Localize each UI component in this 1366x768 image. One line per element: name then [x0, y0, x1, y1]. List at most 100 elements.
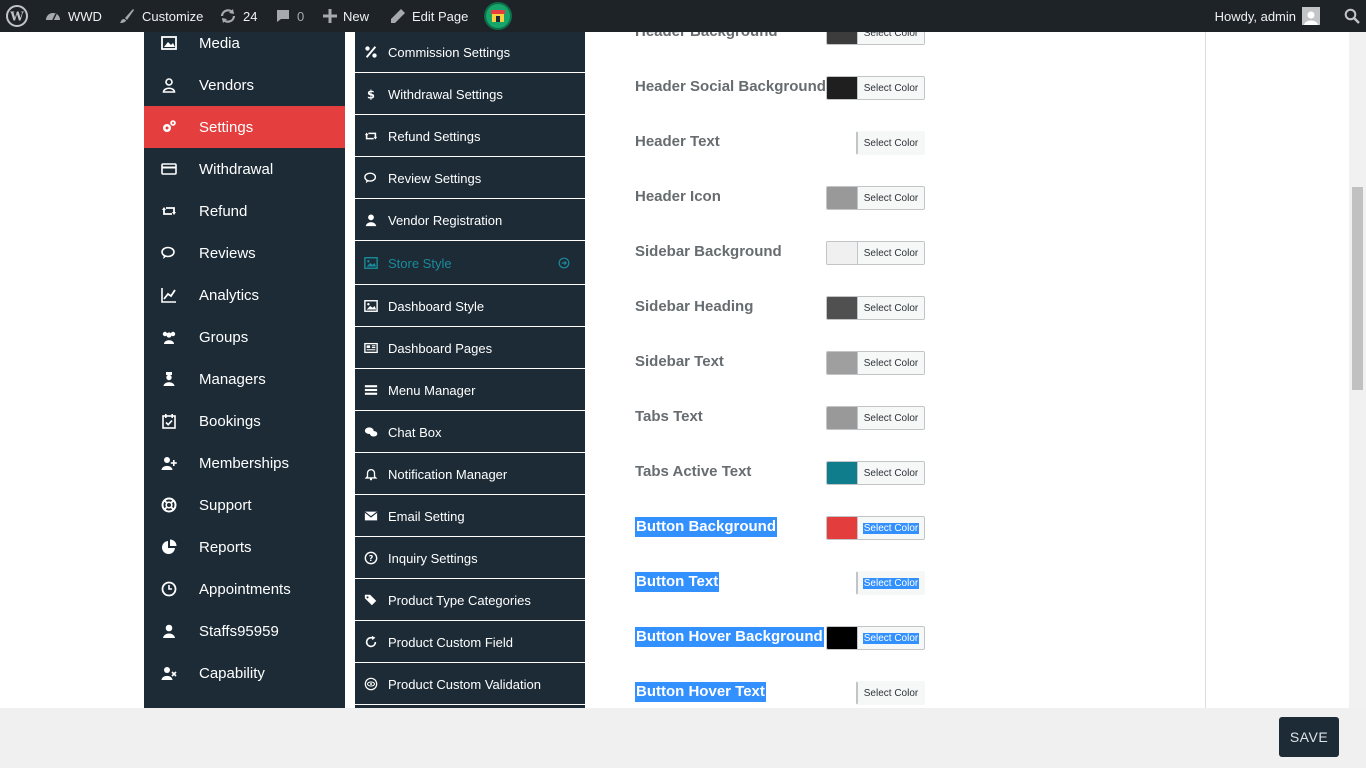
submenu-item-dashboard-style[interactable]: Dashboard Style [355, 286, 585, 327]
pie-chart-icon [160, 538, 178, 556]
list-icon [364, 383, 378, 397]
submenu-item-label: Product Type Categories [388, 592, 531, 608]
select-color-button[interactable]: Select Color [857, 187, 924, 209]
select-color-button[interactable]: Select Color [857, 242, 924, 264]
color-picker[interactable]: Select Color [826, 626, 925, 650]
site-name-link[interactable]: WWD [44, 0, 102, 32]
select-color-button[interactable]: Select Color [857, 407, 924, 429]
menu-item-groups[interactable]: Groups [144, 316, 345, 358]
select-color-button[interactable]: Select Color [857, 77, 924, 99]
select-color-button[interactable]: Select Color [857, 352, 924, 374]
submenu-item-withdrawal-settings[interactable]: $ Withdrawal Settings [355, 74, 585, 115]
submenu-item-label: Menu Manager [388, 382, 476, 398]
settings-submenu: Commission Settings $ Withdrawal Settings R… [355, 32, 585, 708]
menu-item-vendors[interactable]: Vendors [144, 64, 345, 106]
select-color-button[interactable]: Select Color [857, 462, 924, 484]
new-content-link[interactable]: New [323, 0, 369, 32]
menu-item-staffs95959[interactable]: Staffs95959 [144, 610, 345, 652]
color-picker[interactable]: Select Color [826, 76, 925, 100]
color-swatch[interactable] [827, 407, 857, 429]
color-swatch[interactable] [827, 32, 857, 44]
page-scrollbar[interactable] [1349, 32, 1366, 708]
color-picker[interactable]: Select Color [826, 461, 925, 485]
menu-item-media[interactable]: Media [144, 32, 345, 64]
select-color-label: Select Color [863, 192, 919, 204]
comments-link[interactable]: 0 [275, 0, 304, 32]
select-color-button[interactable]: Select Color [857, 132, 924, 154]
submenu-item-notification-manager[interactable]: Notification Manager [355, 454, 585, 495]
menu-item-settings[interactable]: Settings [144, 106, 345, 148]
color-swatch[interactable] [827, 352, 857, 374]
newspaper-icon [364, 341, 378, 355]
submenu-item-chat-box[interactable]: Chat Box [355, 412, 585, 453]
select-color-button[interactable]: Select Color [857, 297, 924, 319]
updates-link[interactable]: 24 [219, 0, 257, 32]
color-swatch[interactable] [827, 297, 857, 319]
edit-page-link[interactable]: Edit Page [390, 0, 468, 32]
menu-item-withdrawal[interactable]: Withdrawal [144, 148, 345, 190]
pencil-icon [391, 9, 405, 23]
menu-item-capability[interactable]: Capability [144, 652, 345, 694]
color-swatch[interactable] [827, 517, 857, 539]
scrollbar-thumb[interactable] [1352, 187, 1363, 390]
menu-item-label: Bookings [199, 412, 261, 430]
customize-link[interactable]: Customize [118, 0, 203, 32]
color-picker[interactable]: Select Color [856, 571, 925, 595]
menu-item-bookings[interactable]: Bookings [144, 400, 345, 442]
edit-page-label: Edit Page [412, 8, 469, 24]
color-picker[interactable]: Select Color [826, 351, 925, 375]
color-swatch[interactable] [827, 627, 857, 649]
save-button[interactable]: SAVE [1279, 717, 1339, 757]
percent-icon [364, 45, 378, 59]
select-color-button[interactable]: Select Color [857, 572, 924, 594]
menu-item-reports[interactable]: Reports [144, 526, 345, 568]
wordpress-logo-button[interactable]: W [6, 0, 28, 32]
color-picker[interactable]: Select Color [856, 681, 925, 705]
color-setting-label: Tabs Text [635, 408, 703, 425]
menu-item-managers[interactable]: Managers [144, 358, 345, 400]
color-picker[interactable]: Select Color [826, 32, 925, 45]
color-picker[interactable]: Select Color [826, 186, 925, 210]
color-picker[interactable]: Select Color [826, 296, 925, 320]
submenu-item-label: Chat Box [388, 424, 442, 440]
tags-icon [364, 593, 378, 607]
color-picker[interactable]: Select Color [856, 131, 925, 155]
menu-item-memberships[interactable]: Memberships [144, 442, 345, 484]
submenu-item-label: Dashboard Style [388, 298, 485, 314]
color-setting-label: Sidebar Text [635, 353, 724, 370]
submenu-item-review-settings[interactable]: Review Settings [355, 158, 585, 199]
submenu-item-email-setting[interactable]: Email Setting [355, 496, 585, 537]
submenu-item-product-custom-field[interactable]: Product Custom Field [355, 622, 585, 663]
select-color-button[interactable]: Select Color [857, 32, 924, 44]
submenu-item-refund-settings[interactable]: Refund Settings [355, 116, 585, 157]
select-color-button[interactable]: Select Color [857, 682, 924, 704]
submenu-item-inquiry-settings[interactable]: ? Inquiry Settings [355, 538, 585, 579]
color-setting-label: Button Hover Text [635, 682, 766, 702]
submenu-item-vendor-registration[interactable]: Vendor Registration [355, 200, 585, 241]
submenu-item-product-type-categories[interactable]: Product Type Categories [355, 580, 585, 621]
menu-item-reviews[interactable]: Reviews [144, 232, 345, 274]
select-color-button[interactable]: Select Color [857, 517, 924, 539]
menu-item-support[interactable]: Support [144, 484, 345, 526]
color-swatch[interactable] [827, 242, 857, 264]
submenu-item-dashboard-pages[interactable]: Dashboard Pages [355, 328, 585, 369]
color-swatch[interactable] [827, 77, 857, 99]
color-picker[interactable]: Select Color [826, 516, 925, 540]
menu-item-analytics[interactable]: Analytics [144, 274, 345, 316]
submenu-item-product-custom-validation[interactable]: Product Custom Validation [355, 664, 585, 705]
color-swatch[interactable] [827, 187, 857, 209]
submenu-item-menu-manager[interactable]: Menu Manager [355, 370, 585, 411]
my-account-link[interactable]: Howdy, admin [1215, 0, 1320, 32]
menu-item-refund[interactable]: Refund [144, 190, 345, 232]
select-color-button[interactable]: Select Color [857, 627, 924, 649]
color-picker[interactable]: Select Color [826, 241, 925, 265]
search-button[interactable] [1344, 0, 1360, 32]
color-swatch[interactable] [827, 462, 857, 484]
plugin-shortcut-button[interactable] [484, 0, 512, 32]
submenu-item-commission-settings[interactable]: Commission Settings [355, 32, 585, 73]
submenu-item-store-style[interactable]: Store Style [355, 242, 585, 285]
color-picker[interactable]: Select Color [826, 406, 925, 430]
color-setting-label: Sidebar Heading [635, 298, 754, 315]
svg-text:W: W [9, 10, 24, 24]
menu-item-appointments[interactable]: Appointments [144, 568, 345, 610]
